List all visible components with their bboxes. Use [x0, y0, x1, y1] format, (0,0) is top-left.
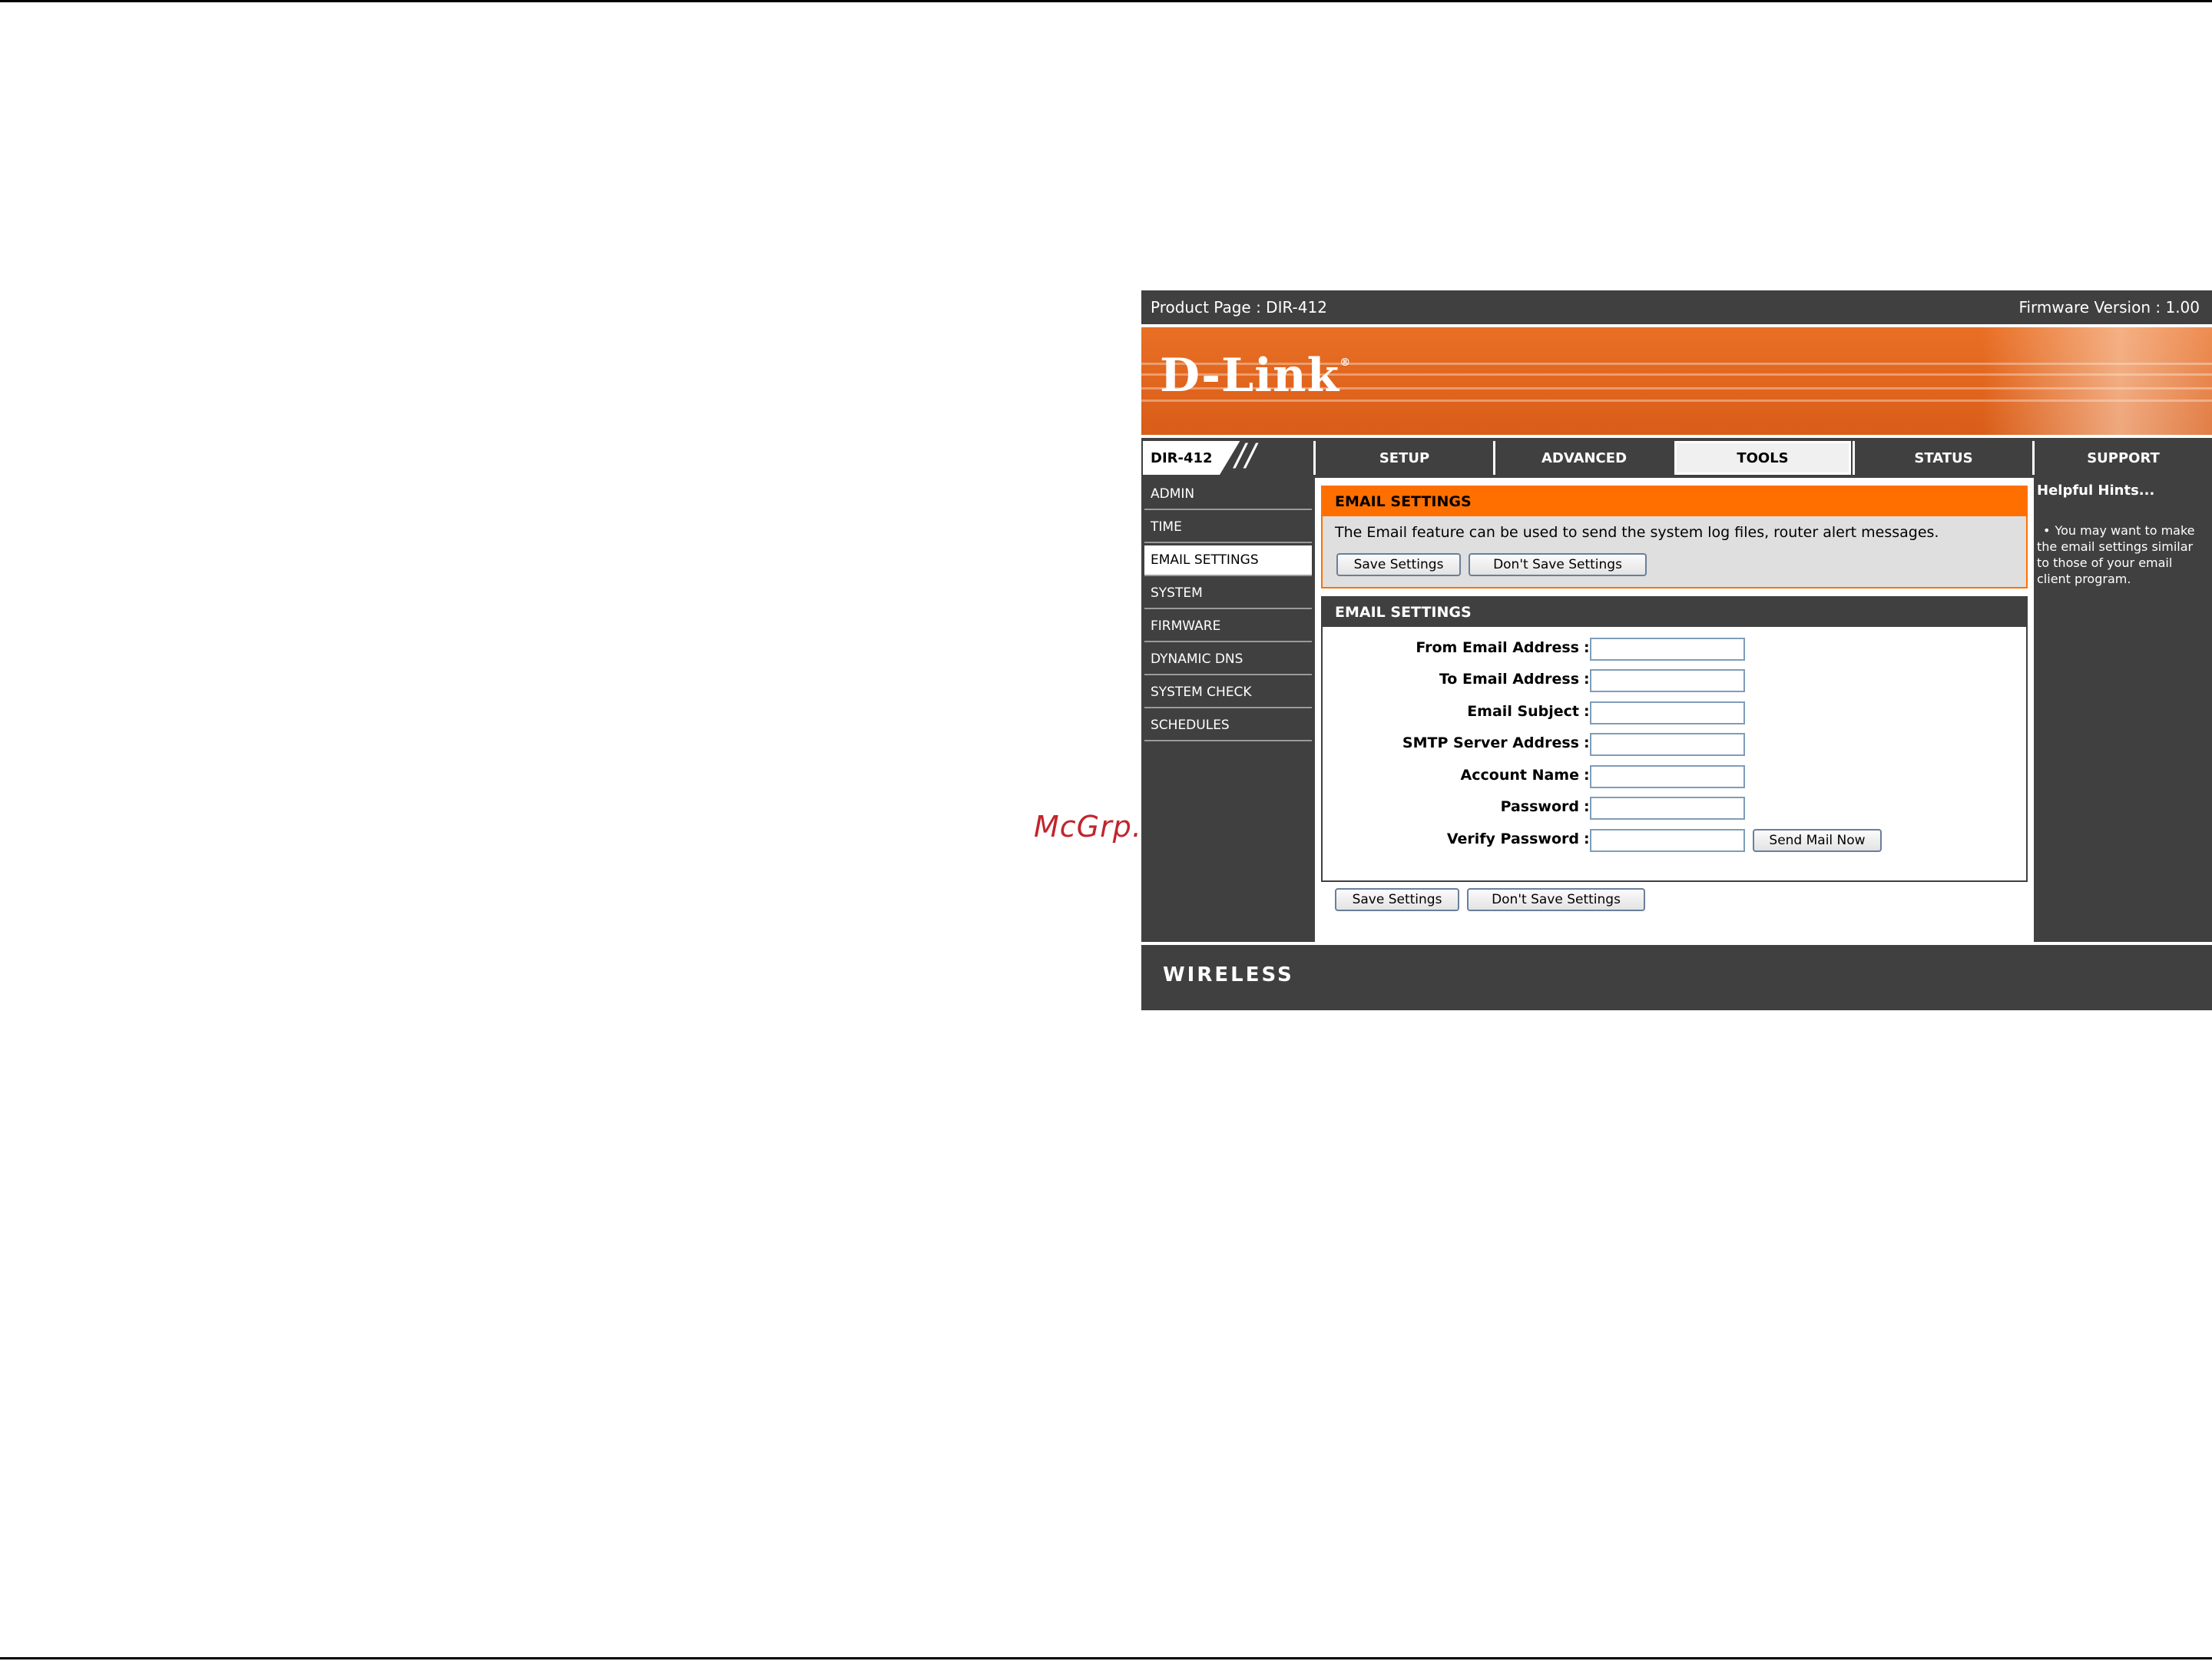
brand-banner: D-Link® — [1141, 327, 2212, 435]
tab-tools[interactable]: TOOLS — [1673, 439, 1853, 476]
tab-status[interactable]: STATUS — [1853, 441, 2032, 475]
smtp-server-label: SMTP Server Address — [1402, 734, 1579, 751]
sidebar-item-schedules[interactable]: SCHEDULES — [1144, 711, 1312, 741]
top-navigation: DIR-412 // SETUP ADVANCED TOOLS STATUS S… — [1141, 438, 2212, 478]
smtp-server-field[interactable] — [1590, 733, 1745, 756]
account-name-label: Account Name — [1460, 767, 1579, 784]
password-label: Password — [1500, 798, 1579, 815]
to-email-label: To Email Address — [1439, 671, 1579, 688]
bullet-icon: • — [2043, 523, 2051, 538]
helpful-hints-title: Helpful Hints... — [2037, 482, 2155, 499]
sidebar-item-system[interactable]: SYSTEM — [1144, 579, 1312, 609]
password-field[interactable] — [1590, 797, 1745, 820]
product-page-text: Product Page : DIR-412 — [1151, 298, 1327, 317]
save-settings-button-bottom[interactable]: Save Settings — [1335, 888, 1459, 911]
send-mail-now-button[interactable]: Send Mail Now — [1753, 829, 1882, 852]
sidebar-item-system-check[interactable]: SYSTEM CHECK — [1144, 678, 1312, 708]
form-title: EMAIL SETTINGS — [1323, 598, 2026, 627]
page-bottom-rule — [0, 1657, 2212, 1659]
field-colon: : — [1584, 703, 1590, 720]
model-slash-decoration: // — [1220, 441, 1312, 475]
field-colon: : — [1584, 734, 1590, 751]
banner-glow — [1982, 327, 2212, 435]
verify-password-field[interactable] — [1590, 829, 1745, 852]
verify-password-label: Verify Password — [1446, 830, 1579, 847]
sidebar-item-email-settings[interactable]: EMAIL SETTINGS — [1144, 545, 1312, 576]
sidebar-item-time[interactable]: TIME — [1144, 512, 1312, 543]
slash-glyph: // — [1235, 438, 1256, 473]
tab-advanced[interactable]: ADVANCED — [1493, 441, 1673, 475]
top-bar: Product Page : DIR-412 Firmware Version … — [1141, 290, 2212, 324]
dlink-logo-text: D-Link — [1160, 349, 1340, 403]
hint-body: You may want to make the email settings … — [2037, 523, 2195, 586]
dlink-logo: D-Link® — [1160, 349, 1351, 403]
email-settings-form: EMAIL SETTINGS From Email Address : To E… — [1321, 596, 2028, 882]
field-colon: : — [1584, 671, 1590, 688]
email-subject-label: Email Subject — [1467, 703, 1579, 720]
tab-support[interactable]: SUPPORT — [2032, 441, 2212, 475]
save-settings-button[interactable]: Save Settings — [1336, 553, 1461, 576]
email-subject-field[interactable] — [1590, 701, 1745, 724]
account-name-field[interactable] — [1590, 765, 1745, 788]
router-admin-page: Product Page : DIR-412 Firmware Version … — [1141, 290, 2212, 1010]
registered-mark: ® — [1339, 356, 1352, 369]
sidebar-item-dynamic-dns[interactable]: DYNAMIC DNS — [1144, 645, 1312, 675]
sidebar-item-firmware[interactable]: FIRMWARE — [1144, 612, 1312, 642]
to-email-field[interactable] — [1590, 669, 1745, 692]
from-email-label: From Email Address — [1416, 639, 1579, 656]
field-colon: : — [1584, 798, 1590, 815]
firmware-version-text: Firmware Version : 1.00 — [2018, 298, 2200, 317]
field-colon: : — [1584, 830, 1590, 847]
intro-title: EMAIL SETTINGS — [1323, 487, 2026, 516]
model-name: DIR-412 — [1151, 449, 1213, 466]
wireless-footer-label: WIRELESS — [1163, 963, 1294, 986]
page-top-rule — [0, 0, 2212, 2]
helpful-hints-panel: Helpful Hints... • You may want to make t… — [2034, 478, 2212, 945]
sidebar: ADMIN TIME EMAIL SETTINGS SYSTEM FIRMWAR… — [1141, 478, 1315, 945]
model-label: DIR-412 // — [1143, 441, 1312, 475]
sidebar-item-admin[interactable]: ADMIN — [1144, 479, 1312, 510]
dont-save-settings-button-bottom[interactable]: Don't Save Settings — [1467, 888, 1645, 911]
field-colon: : — [1584, 767, 1590, 784]
footer: WIRELESS — [1141, 945, 2212, 1010]
tab-setup[interactable]: SETUP — [1313, 441, 1493, 475]
helpful-hints-text: • You may want to make the email settings… — [2037, 522, 2207, 587]
dont-save-settings-button[interactable]: Don't Save Settings — [1469, 553, 1647, 576]
from-email-field[interactable] — [1590, 638, 1745, 661]
email-settings-intro: EMAIL SETTINGS The Email feature can be … — [1321, 486, 2028, 588]
main-content: EMAIL SETTINGS The Email feature can be … — [1315, 478, 2028, 945]
intro-description: The Email feature can be used to send th… — [1335, 524, 1939, 541]
field-colon: : — [1584, 639, 1590, 656]
